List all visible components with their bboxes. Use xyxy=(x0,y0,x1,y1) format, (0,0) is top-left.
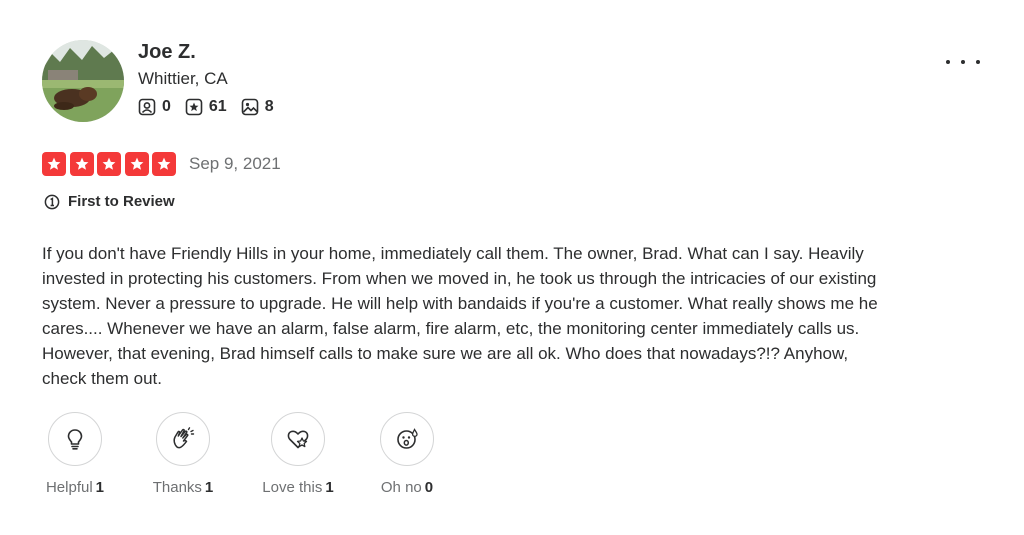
avatar[interactable] xyxy=(42,40,124,122)
dot-icon xyxy=(946,60,950,64)
oh-no-text: Oh no xyxy=(380,479,422,496)
star-icon xyxy=(42,152,66,176)
oh-no-count: 0 xyxy=(424,479,434,496)
user-name[interactable]: Joe Z. xyxy=(138,41,196,64)
reaction-love-this: Love this 1 xyxy=(256,412,340,496)
star-icon xyxy=(69,152,94,176)
lightbulb-icon xyxy=(67,429,83,450)
star-icon xyxy=(124,152,149,176)
reviews-stat: 61 xyxy=(185,98,227,116)
thanks-text: Thanks xyxy=(152,479,202,496)
oh-no-label: Oh no 0 xyxy=(381,479,433,496)
helpful-button[interactable] xyxy=(48,412,102,466)
star-icon xyxy=(152,152,176,176)
friends-stat: 0 xyxy=(138,98,171,116)
surprised-face-icon xyxy=(397,428,418,449)
review-date: Sep 9, 2021 xyxy=(189,154,281,173)
first-to-review-badge: First to Review xyxy=(44,193,175,210)
clapping-hands-icon xyxy=(173,427,195,449)
reaction-thanks: Thanks 1 xyxy=(147,412,219,496)
heart-icon xyxy=(287,430,309,449)
badge-label: First to Review xyxy=(68,193,175,210)
reviews-count: 61 xyxy=(208,98,227,115)
helpful-text: Helpful xyxy=(45,479,93,496)
reviews-icon xyxy=(185,98,203,116)
reaction-oh-no: Oh no 0 xyxy=(374,412,440,496)
photos-stat: 8 xyxy=(241,98,274,116)
star-rating xyxy=(42,152,180,176)
friends-icon xyxy=(138,98,156,116)
first-badge-icon xyxy=(44,194,60,209)
oh-no-button[interactable] xyxy=(380,412,434,466)
love-this-button[interactable] xyxy=(271,412,325,466)
thanks-label: Thanks 1 xyxy=(153,479,214,496)
photos-count: 8 xyxy=(264,98,274,115)
love-this-count: 1 xyxy=(325,479,334,496)
review-text: If you don't have Friendly Hills in your… xyxy=(42,244,878,388)
user-location: Whittier, CA xyxy=(138,69,228,88)
dot-icon xyxy=(976,60,980,64)
photos-icon xyxy=(241,98,259,116)
more-options-button[interactable] xyxy=(946,52,980,72)
helpful-label: Helpful 1 xyxy=(46,479,104,496)
helpful-count: 1 xyxy=(95,479,105,496)
reaction-helpful: Helpful 1 xyxy=(42,412,108,496)
star-icon xyxy=(97,152,121,176)
user-stats: 0 61 8 xyxy=(138,98,288,116)
avatar-image xyxy=(42,40,124,122)
love-this-label: Love this 1 xyxy=(262,479,333,496)
love-this-text: Love this xyxy=(262,479,323,496)
thanks-count: 1 xyxy=(204,479,214,496)
dot-icon xyxy=(961,60,965,64)
friends-count: 0 xyxy=(162,98,171,115)
thanks-button[interactable] xyxy=(156,412,210,466)
